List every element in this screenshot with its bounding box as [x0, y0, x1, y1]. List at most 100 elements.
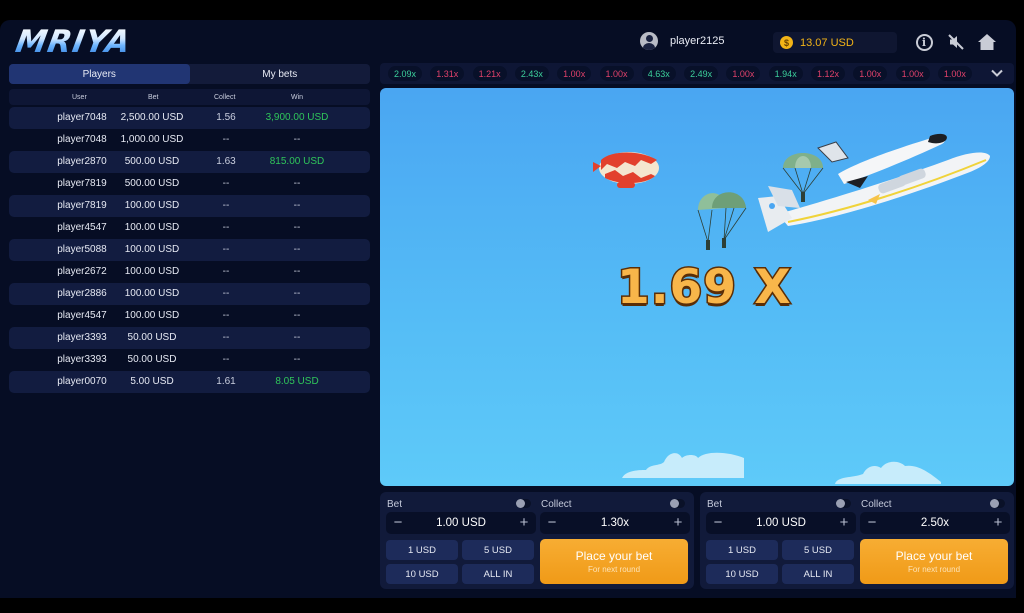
increase-bet-button[interactable]: +	[515, 512, 533, 534]
collect-multiplier: --	[222, 134, 230, 145]
place-bet-button[interactable]: Place your bet For next round	[540, 539, 688, 584]
history-multiplier-chip[interactable]: 1.31x	[430, 66, 465, 81]
info-button[interactable]: i	[914, 32, 934, 52]
history-multiplier-chip[interactable]: 4.63x	[641, 66, 676, 81]
collect-multiplier: --	[222, 288, 230, 299]
bet-amount: 100.00 USD	[124, 288, 180, 299]
user-block[interactable]: player2125	[640, 32, 724, 50]
history-multiplier-chip[interactable]: 2.49x	[684, 66, 719, 81]
collect-multiplier: --	[222, 332, 230, 343]
player-name: player3393	[57, 354, 107, 365]
collect-multiplier: --	[222, 244, 230, 255]
collect-multiplier-input[interactable]: 2.50x	[880, 512, 990, 534]
place-bet-button[interactable]: Place your bet For next round	[860, 539, 1008, 584]
table-row: player2672 100.00 USD -- --	[9, 261, 370, 283]
table-row: player7819 500.00 USD -- --	[9, 173, 370, 195]
bet-amount: 100.00 USD	[124, 244, 180, 255]
history-multiplier-chip[interactable]: 1.00x	[937, 66, 972, 81]
auto-collect-toggle[interactable]	[670, 499, 685, 508]
parachutist-icon	[697, 192, 747, 250]
decrease-bet-button[interactable]: −	[389, 512, 407, 534]
history-multiplier-chip[interactable]: 1.00x	[726, 66, 761, 81]
win-amount: --	[293, 178, 301, 189]
balance-value: 13.07 USD	[800, 36, 854, 49]
sound-muted-icon	[948, 34, 964, 50]
player-name: player2672	[57, 266, 107, 277]
auto-bet-toggle[interactable]	[836, 499, 851, 508]
increase-bet-button[interactable]: +	[835, 512, 853, 534]
history-multiplier-chip[interactable]: 1.00x	[895, 66, 930, 81]
column-header-user: User	[72, 93, 87, 101]
tab-my-bets[interactable]: My bets	[190, 64, 371, 84]
quick-bet-10-usd[interactable]: 10 USD	[386, 564, 458, 584]
column-header-bet: Bet	[148, 93, 159, 101]
collect-multiplier: --	[222, 266, 230, 277]
bet-amount-stepper: − 1.00 USD +	[706, 512, 856, 534]
player-name: player2886	[57, 288, 107, 299]
increase-collect-button[interactable]: +	[989, 512, 1007, 534]
table-row: player4547 100.00 USD -- --	[9, 305, 370, 327]
coin-icon: $	[780, 36, 793, 49]
home-button[interactable]	[977, 32, 997, 52]
auto-collect-toggle[interactable]	[990, 499, 1005, 508]
username: player2125	[670, 35, 725, 47]
table-row: player7048 1,000.00 USD -- --	[9, 129, 370, 151]
auto-bet-toggle[interactable]	[516, 499, 531, 508]
bet-amount: 50.00 USD	[127, 354, 177, 365]
bet-amount: 500.00 USD	[124, 156, 180, 167]
cloud-right	[835, 461, 941, 484]
bet-amount-input[interactable]: 1.00 USD	[406, 512, 516, 534]
players-table-header: User Bet Collect Win	[9, 89, 370, 105]
place-bet-sublabel: For next round	[907, 565, 961, 574]
bet-panel-2: Bet Collect − 1.00 USD + − 2.50x + 1 USD…	[700, 492, 1014, 589]
quick-bet-5-usd[interactable]: 5 USD	[782, 540, 854, 560]
column-header-collect: Collect	[214, 93, 236, 101]
table-row: player3393 50.00 USD -- --	[9, 327, 370, 349]
history-multiplier-chip[interactable]: 2.09x	[388, 66, 422, 81]
quick-bet-10-usd[interactable]: 10 USD	[706, 564, 778, 584]
balance-display: $ 13.07 USD	[773, 32, 897, 53]
win-amount: --	[293, 310, 301, 321]
collect-multiplier-input[interactable]: 1.30x	[560, 512, 670, 534]
bet-amount: 1,000.00 USD	[120, 134, 184, 145]
chevron-down-icon[interactable]	[990, 66, 1004, 80]
quick-bet-1-usd[interactable]: 1 USD	[386, 540, 458, 560]
player-name: player7819	[57, 200, 107, 211]
decrease-collect-button[interactable]: −	[863, 512, 881, 534]
bet-amount-input[interactable]: 1.00 USD	[726, 512, 836, 534]
bet-amount: 100.00 USD	[124, 266, 180, 277]
quick-bet-all-in[interactable]: ALL IN	[462, 564, 534, 584]
increase-collect-button[interactable]: +	[669, 512, 687, 534]
history-multiplier-chip[interactable]: 1.94x	[768, 66, 803, 81]
quick-bet-1-usd[interactable]: 1 USD	[706, 540, 778, 560]
blimp-icon	[593, 152, 659, 188]
player-name: player7048	[57, 134, 107, 145]
decrease-collect-button[interactable]: −	[543, 512, 561, 534]
collect-label: Collect	[861, 499, 892, 510]
tab-players[interactable]: Players	[9, 64, 190, 84]
collect-multiplier: --	[222, 310, 230, 321]
history-multiplier-chip[interactable]: 1.00x	[557, 66, 592, 81]
quick-bet-all-in[interactable]: ALL IN	[782, 564, 854, 584]
player-name: player4547	[57, 310, 107, 321]
win-amount: 815.00 USD	[269, 156, 325, 167]
mriya-plane-icon	[758, 133, 990, 232]
bet-amount: 2,500.00 USD	[120, 112, 184, 123]
history-multiplier-chip[interactable]: 1.00x	[853, 66, 888, 81]
table-row: player7819 100.00 USD -- --	[9, 195, 370, 217]
table-row: player3393 50.00 USD -- --	[9, 349, 370, 371]
player-name: player7048	[57, 112, 107, 123]
history-multiplier-chip[interactable]: 1.21x	[472, 66, 507, 81]
history-multiplier-chip[interactable]: 1.12x	[811, 66, 845, 81]
bet-panel-1: Bet Collect − 1.00 USD + − 1.30x + 1 USD…	[380, 492, 694, 589]
collect-multiplier: --	[222, 354, 230, 365]
table-row: player5088 100.00 USD -- --	[9, 239, 370, 261]
history-multiplier-chip[interactable]: 2.43x	[514, 66, 549, 81]
history-multiplier-chip[interactable]: 1.00x	[599, 66, 634, 81]
table-row: player2886 100.00 USD -- --	[9, 283, 370, 305]
multiplier-history: 2.09x 1.31x 1.21x 2.43x 1.00x 1.00x 4.63x 2.49x…	[380, 63, 1014, 84]
place-bet-sublabel: For next round	[587, 565, 641, 574]
sound-toggle-button[interactable]	[946, 32, 966, 52]
decrease-bet-button[interactable]: −	[709, 512, 727, 534]
quick-bet-5-usd[interactable]: 5 USD	[462, 540, 534, 560]
